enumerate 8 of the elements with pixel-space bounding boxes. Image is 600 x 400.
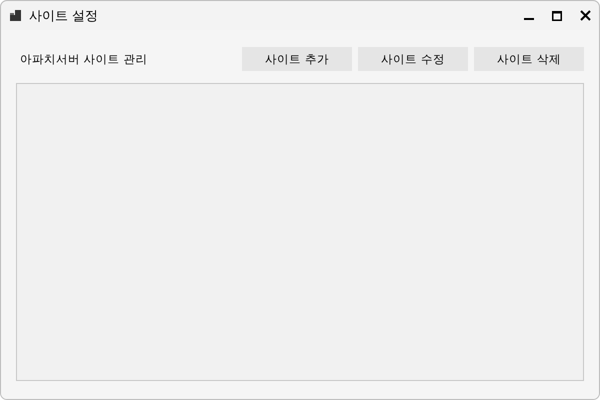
site-button[interactable]: 사이트 수정 — [358, 47, 468, 71]
close-icon[interactable] — [580, 10, 590, 21]
site-button[interactable]: 사이트 추가 — [242, 47, 352, 71]
site-button[interactable]: 사이트 삭제 — [474, 47, 584, 71]
window-title: 사이트 설정 — [29, 8, 100, 24]
maximize-icon[interactable] — [552, 10, 562, 20]
section-label: 아파치서버 사이트 관리 — [19, 52, 148, 66]
app-icon — [10, 10, 21, 21]
